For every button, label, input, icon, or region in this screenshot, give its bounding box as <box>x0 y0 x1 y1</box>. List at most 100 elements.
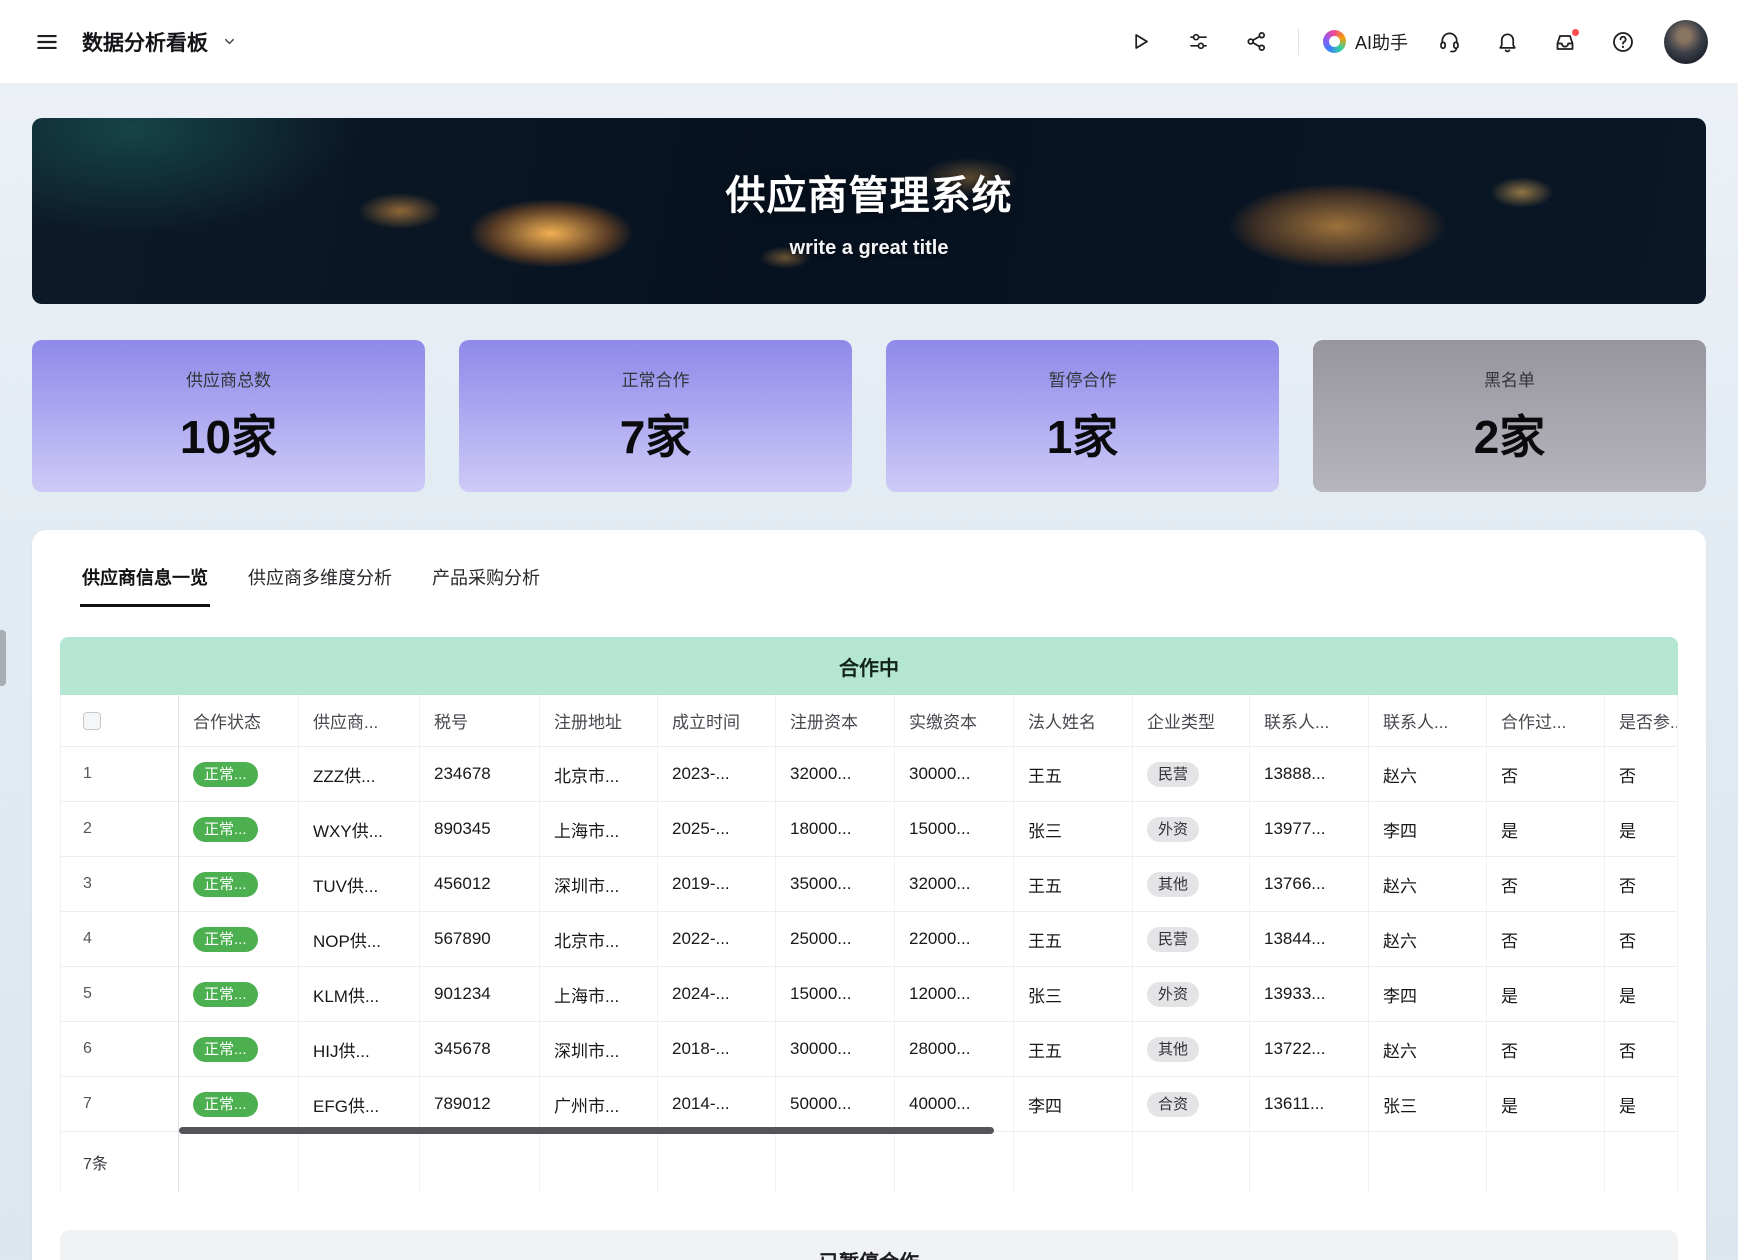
tab-supplier-analysis[interactable]: 供应商多维度分析 <box>246 558 394 607</box>
registered-capital-cell: 30000... <box>776 1022 895 1077</box>
col-header-contact-name[interactable]: 联系人... <box>1369 695 1487 747</box>
founded-cell: 2022-... <box>658 912 776 967</box>
ai-assistant-button[interactable]: AI助手 <box>1323 29 1408 55</box>
user-avatar[interactable] <box>1664 20 1708 64</box>
col-header-contact-phone[interactable]: 联系人... <box>1250 695 1369 747</box>
company-type-cell: 其他 <box>1133 1022 1250 1077</box>
stat-value: 7家 <box>620 401 692 467</box>
paused-section-title: 已暂停合作 <box>60 1230 1678 1260</box>
support-button[interactable] <box>1432 25 1466 59</box>
contact-name-cell: 赵六 <box>1369 857 1487 912</box>
question-circle-icon <box>1611 30 1635 54</box>
table-horizontal-scrollbar[interactable] <box>179 1127 994 1134</box>
inbox-button[interactable] <box>1548 25 1582 59</box>
participate-cell: 是 <box>1605 967 1678 1022</box>
col-header-tax-id[interactable]: 税号 <box>420 695 540 747</box>
table-row[interactable]: 6 正常... HIJ供... 345678 深圳市... 2018-... 3… <box>61 1022 1677 1077</box>
tab-supplier-overview[interactable]: 供应商信息一览 <box>80 558 210 607</box>
founded-cell: 2024-... <box>658 967 776 1022</box>
ai-assistant-label: AI助手 <box>1355 29 1408 55</box>
tax-id-cell: 345678 <box>420 1022 540 1077</box>
company-type-badge: 民营 <box>1147 927 1199 952</box>
tax-id-cell: 567890 <box>420 912 540 967</box>
row-number: 3 <box>61 857 179 912</box>
col-header-paid-capital[interactable]: 实缴资本 <box>895 695 1014 747</box>
run-button[interactable] <box>1124 25 1158 59</box>
col-header-participate[interactable]: 是否参... <box>1605 695 1678 747</box>
participate-cell: 是 <box>1605 1077 1678 1132</box>
address-cell: 深圳市... <box>540 1022 658 1077</box>
tax-id-cell: 890345 <box>420 802 540 857</box>
col-header-founded[interactable]: 成立时间 <box>658 695 776 747</box>
contact-phone-cell: 13722... <box>1250 1022 1369 1077</box>
status-cell: 正常... <box>179 802 299 857</box>
company-type-cell: 外资 <box>1133 802 1250 857</box>
status-badge: 正常... <box>193 1092 258 1117</box>
table-row[interactable]: 1 正常... ZZZ供... 234678 北京市... 2023-... 3… <box>61 747 1677 802</box>
table-row[interactable]: 4 正常... NOP供... 567890 北京市... 2022-... 2… <box>61 912 1677 967</box>
headset-icon <box>1438 30 1461 53</box>
col-header-legal-person[interactable]: 法人姓名 <box>1014 695 1133 747</box>
col-header-registered-capital[interactable]: 注册资本 <box>776 695 895 747</box>
cooperation-cell: 否 <box>1487 747 1605 802</box>
registered-capital-cell: 25000... <box>776 912 895 967</box>
page-title[interactable]: 数据分析看板 <box>82 27 208 57</box>
stat-card-total-suppliers[interactable]: 供应商总数 10家 <box>32 340 425 492</box>
menu-button[interactable] <box>30 25 64 59</box>
paid-capital-cell: 28000... <box>895 1022 1014 1077</box>
contact-name-cell: 赵六 <box>1369 747 1487 802</box>
paused-table-section: 已暂停合作 <box>60 1230 1678 1260</box>
col-header-supplier[interactable]: 供应商... <box>299 695 420 747</box>
col-header-cooperation[interactable]: 合作过... <box>1487 695 1605 747</box>
status-badge: 正常... <box>193 927 258 952</box>
row-number: 2 <box>61 802 179 857</box>
table-row[interactable]: 3 正常... TUV供... 456012 深圳市... 2019-... 3… <box>61 857 1677 912</box>
settings-button[interactable] <box>1182 25 1216 59</box>
company-type-cell: 其他 <box>1133 857 1250 912</box>
page-scrollbar[interactable] <box>0 630 6 686</box>
paid-capital-cell: 15000... <box>895 802 1014 857</box>
stat-label: 暂停合作 <box>1049 366 1117 391</box>
navbar-divider <box>1298 29 1299 55</box>
top-navbar: 数据分析看板 <box>0 0 1738 84</box>
contact-name-cell: 李四 <box>1369 967 1487 1022</box>
table-row[interactable]: 5 正常... KLM供... 901234 上海市... 2024-... 1… <box>61 967 1677 1022</box>
address-cell: 上海市... <box>540 802 658 857</box>
notification-dot <box>1571 28 1580 37</box>
tab-procurement-analysis[interactable]: 产品采购分析 <box>430 558 542 607</box>
stat-card-paused-cooperation[interactable]: 暂停合作 1家 <box>886 340 1279 492</box>
hamburger-icon <box>34 29 60 55</box>
contact-phone-cell: 13888... <box>1250 747 1369 802</box>
tab-bar: 供应商信息一览 供应商多维度分析 产品采购分析 <box>60 558 1678 607</box>
table-row[interactable]: 2 正常... WXY供... 890345 上海市... 2025-... 1… <box>61 802 1677 857</box>
tax-id-cell: 901234 <box>420 967 540 1022</box>
table-row[interactable]: 7 正常... EFG供... 789012 广州市... 2014-... 5… <box>61 1077 1677 1132</box>
paid-capital-cell: 22000... <box>895 912 1014 967</box>
contact-name-cell: 李四 <box>1369 802 1487 857</box>
stat-card-normal-cooperation[interactable]: 正常合作 7家 <box>459 340 852 492</box>
table-header-row: 合作状态 供应商... 税号 注册地址 成立时间 注册资本 实缴资本 法人姓名 … <box>61 695 1677 747</box>
share-button[interactable] <box>1240 25 1274 59</box>
participate-cell: 否 <box>1605 912 1678 967</box>
cooperation-cell: 否 <box>1487 857 1605 912</box>
company-type-cell: 外资 <box>1133 967 1250 1022</box>
notifications-button[interactable] <box>1490 25 1524 59</box>
company-type-cell: 民营 <box>1133 747 1250 802</box>
stat-value: 2家 <box>1474 401 1546 467</box>
select-all-checkbox[interactable] <box>83 712 101 730</box>
col-header-status[interactable]: 合作状态 <box>179 695 299 747</box>
help-button[interactable] <box>1606 25 1640 59</box>
participate-cell: 否 <box>1605 857 1678 912</box>
col-header-address[interactable]: 注册地址 <box>540 695 658 747</box>
col-header-company-type[interactable]: 企业类型 <box>1133 695 1250 747</box>
participate-cell: 否 <box>1605 747 1678 802</box>
title-dropdown-button[interactable] <box>218 25 240 59</box>
legal-person-cell: 王五 <box>1014 912 1133 967</box>
contact-phone-cell: 13766... <box>1250 857 1369 912</box>
supplier-cell: EFG供... <box>299 1077 420 1132</box>
stat-card-blacklist[interactable]: 黑名单 2家 <box>1313 340 1706 492</box>
sliders-icon <box>1187 30 1210 53</box>
stat-value: 10家 <box>180 401 277 467</box>
stat-label: 正常合作 <box>622 366 690 391</box>
participate-cell: 否 <box>1605 1022 1678 1077</box>
